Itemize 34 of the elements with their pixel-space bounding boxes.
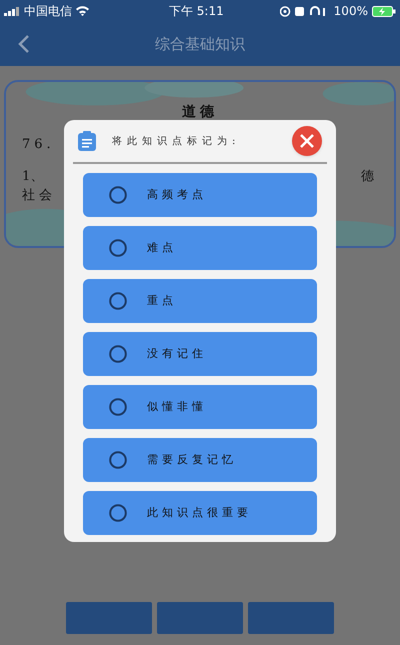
bottom-button[interactable] [248, 602, 334, 634]
battery-icon [372, 6, 396, 16]
answer-text: 社会 [22, 187, 56, 205]
answer-text: 德 [361, 168, 374, 186]
time-text: 下午 5:11 [168, 3, 224, 20]
card-title: 道德 [181, 103, 219, 122]
radio-icon [109, 186, 127, 204]
clipboard-icon [78, 131, 96, 151]
carrier-text: 中国电信 [24, 3, 72, 20]
mark-option[interactable]: 此知识点很重要 [83, 491, 317, 535]
mark-option[interactable]: 重点 [83, 279, 317, 323]
header-title: 综合基础知识 [155, 34, 245, 55]
battery-text: 100% [334, 3, 368, 20]
mark-option[interactable]: 似懂非懂 [83, 385, 317, 429]
question-text: 76. [22, 136, 55, 154]
wifi-icon [76, 6, 89, 16]
radio-icon [109, 398, 127, 416]
answer-text: 1、 [22, 168, 44, 186]
radio-icon [109, 451, 127, 469]
bottom-button[interactable] [66, 602, 152, 634]
radio-icon [109, 345, 127, 363]
mark-option[interactable]: 高频考点 [83, 173, 317, 217]
close-icon [300, 134, 314, 148]
dialog-title: 将此知识点标记为: [112, 134, 240, 148]
mark-option[interactable]: 没有记住 [83, 332, 317, 376]
radio-icon [109, 239, 127, 257]
close-button[interactable] [292, 126, 322, 156]
radio-icon [109, 292, 127, 310]
signal-icon [4, 6, 20, 16]
radio-icon [109, 504, 127, 522]
bottom-button[interactable] [157, 602, 243, 634]
mark-option[interactable]: 难点 [83, 226, 317, 270]
mark-option[interactable]: 需要反复记忆 [83, 438, 317, 482]
back-icon[interactable] [18, 35, 30, 53]
